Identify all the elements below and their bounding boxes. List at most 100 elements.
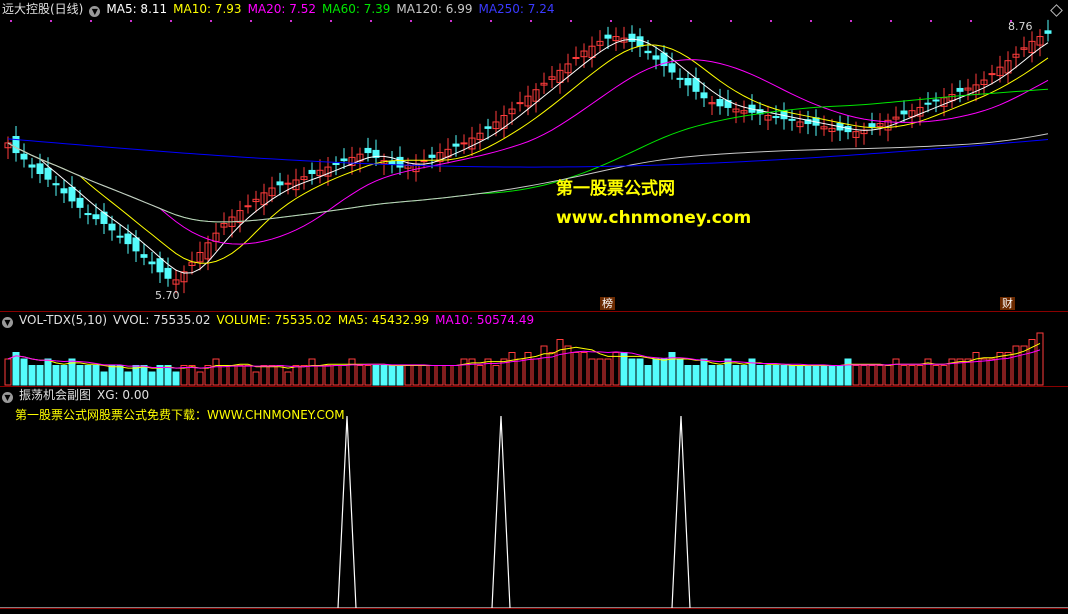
stock-title[interactable]: 远大控股(日线) <box>2 2 83 16</box>
download-notice: 第一股票公式网股票公式免费下载：WWW.CHNMONEY.COM <box>15 408 345 422</box>
volume-bar <box>412 365 420 386</box>
volume-bar <box>116 365 124 386</box>
volume-bar <box>868 365 876 386</box>
vol-indicator-name[interactable]: VOL-TDX(5,10) <box>19 313 107 327</box>
signal-dot <box>330 20 332 22</box>
settings-circle-icon[interactable]: ▼ <box>2 392 13 403</box>
volume-bar <box>228 365 236 386</box>
volume-bar <box>460 358 468 386</box>
candle-body <box>700 92 708 99</box>
candle-body <box>244 205 252 208</box>
ma60-readout: MA60: 7.39 <box>322 2 391 16</box>
volume-bar <box>172 371 180 386</box>
volume-bar <box>732 365 740 386</box>
candle-body <box>1044 30 1052 34</box>
candle-body <box>676 77 684 80</box>
candle-body <box>148 261 156 265</box>
volume-bar <box>876 365 884 386</box>
volume-bar <box>388 365 396 386</box>
ma20-readout: MA20: 7.52 <box>247 2 316 16</box>
volume-bar <box>844 358 852 386</box>
volume-bar <box>92 365 100 386</box>
candle-body <box>900 110 908 115</box>
volume-bar <box>660 358 668 386</box>
candle-body <box>716 98 724 107</box>
volume-bar <box>940 365 948 386</box>
candle-body <box>284 182 292 185</box>
volume-bar <box>420 365 428 386</box>
signal-dot <box>610 20 612 22</box>
volume-bar <box>268 365 276 386</box>
volume-bar <box>708 365 716 386</box>
xg-readout: XG: 0.00 <box>97 388 150 402</box>
volume-bar <box>36 365 44 386</box>
signal-dot <box>50 20 52 22</box>
volume-bar <box>532 358 540 386</box>
candle-body <box>772 116 780 119</box>
volume-bar <box>188 365 196 386</box>
vol-ma5-readout: MA5: 45432.99 <box>337 313 430 327</box>
signal-dot <box>730 20 732 22</box>
volume-bar <box>300 365 308 386</box>
sub-indicator-pane[interactable]: ▼ 振荡机会副图 XG: 0.00 第一股票公式网股票公式免费下载：WWW.CHNM… <box>0 386 1068 614</box>
volume-bar <box>540 345 548 386</box>
volume-bar <box>916 365 924 386</box>
cai-tag[interactable]: 财 <box>1000 297 1015 310</box>
volume-bar <box>612 352 620 386</box>
bang-tag[interactable]: 榜 <box>600 297 615 310</box>
volume-bar <box>796 365 804 386</box>
volume-bar <box>60 365 68 386</box>
signal-dot <box>130 20 132 22</box>
watermark-url: www.chnmoney.com <box>556 208 752 228</box>
volume-bar <box>308 358 316 386</box>
volume-bar <box>1036 332 1044 386</box>
volume-bar <box>212 358 220 386</box>
signal-dot <box>10 20 12 22</box>
candle-body <box>652 55 660 60</box>
volume-bar <box>756 365 764 386</box>
volume-bar <box>692 365 700 386</box>
candle-body <box>924 102 932 105</box>
volume-bar <box>348 358 356 386</box>
kline-chart[interactable] <box>0 0 1068 311</box>
volume-bar <box>44 358 52 386</box>
volume-bar <box>100 371 108 386</box>
volume-bar <box>644 365 652 386</box>
volume-bar <box>372 365 380 386</box>
volume-bar <box>972 352 980 386</box>
volume-pane[interactable]: ▼ VOL-TDX(5,10) VVOL: 75535.02 VOLUME: 7553… <box>0 311 1068 386</box>
signal-dot <box>970 20 972 22</box>
volume-bar <box>396 365 404 386</box>
kline-header: 远大控股(日线) ▼ MA5: 8.11 MA10: 7.93 MA20: 7.52 MA… <box>2 1 561 17</box>
volume-bar <box>564 345 572 386</box>
candle-body <box>156 258 164 273</box>
volume-bar <box>428 365 436 386</box>
settings-circle-icon[interactable]: ▼ <box>89 6 101 17</box>
settings-circle-icon[interactable]: ▼ <box>2 317 13 328</box>
signal-dot <box>690 20 692 22</box>
volume-bar <box>220 365 228 386</box>
volume-bar <box>484 358 492 386</box>
candle-body <box>28 164 36 168</box>
volume-bar <box>84 365 92 386</box>
sub-header: ▼ 振荡机会副图 XG: 0.00 <box>2 387 155 403</box>
volume-bar <box>628 358 636 386</box>
signal-dot <box>530 20 532 22</box>
volume-bar <box>108 365 116 386</box>
volume-bar <box>684 365 692 386</box>
signal-dot <box>770 20 772 22</box>
volume-bar <box>404 365 412 386</box>
sub-indicator-name[interactable]: 振荡机会副图 <box>19 388 91 402</box>
xg-spike <box>337 415 357 609</box>
ma10-readout: MA10: 7.93 <box>173 2 242 16</box>
volume-bar <box>516 358 524 386</box>
ma5-line <box>7 38 1049 274</box>
volume-bar <box>476 365 484 386</box>
volume-bar <box>364 365 372 386</box>
kline-pane[interactable]: 远大控股(日线) ▼ MA5: 8.11 MA10: 7.93 MA20: 7.52 MA… <box>0 0 1068 311</box>
candle-body <box>36 163 44 175</box>
candle-body <box>684 78 692 86</box>
volume-bar <box>140 365 148 386</box>
candle-body <box>636 36 644 47</box>
volume-bar <box>436 365 444 386</box>
